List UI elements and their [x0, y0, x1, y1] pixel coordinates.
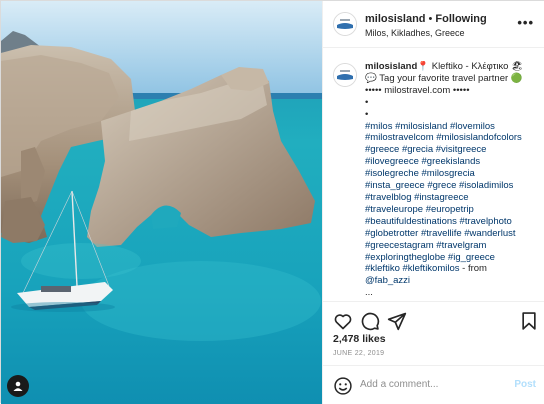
caption-line: •: [365, 108, 369, 120]
comment-icon[interactable]: [360, 311, 380, 331]
following-button[interactable]: Following: [435, 13, 486, 25]
hashtag-line[interactable]: #globetrotter #travellife #wanderlust: [365, 228, 537, 240]
post-comment-button[interactable]: Post: [514, 379, 536, 390]
caption-username[interactable]: milosisland: [365, 61, 417, 72]
post-modal: milosisland • Following Milos, Kikladhes, …: [0, 0, 544, 404]
caption-line: #kleftiko #kleftikomilos - from: [365, 263, 537, 275]
hashtag-line[interactable]: #travelblog #instagreece: [365, 192, 537, 204]
hashtag-line[interactable]: #ilovegreece #greekislands: [365, 156, 537, 168]
hashtag-line[interactable]: #milostravelcom #milosislandofcolors: [365, 132, 537, 144]
user-tag-icon[interactable]: [7, 375, 29, 397]
bookmark-icon[interactable]: [519, 311, 539, 331]
from-text: - from: [459, 263, 487, 275]
more-options-icon[interactable]: •••: [517, 15, 534, 30]
hashtag-line[interactable]: #milos #milosisland #lovemilos: [365, 121, 537, 133]
avatar[interactable]: [333, 63, 357, 87]
post-photo[interactable]: [1, 1, 322, 404]
hashtag-line[interactable]: #traveleurope #europetrip: [365, 204, 537, 216]
caption-line: ••••• milostravel.com •••••: [365, 84, 470, 96]
caption-overflow: ...: [365, 287, 373, 297]
post-side-panel: milosisland • Following Milos, Kikladhes, …: [322, 1, 544, 404]
author-username[interactable]: milosisland: [365, 13, 426, 25]
likes-count[interactable]: 2,478 likes: [333, 333, 386, 345]
caption-text: 📍 Kleftiko - Κλέφτικο 🏖: [417, 61, 524, 72]
credit-mention[interactable]: @fab_azzi: [365, 275, 537, 287]
caption-line: •: [365, 96, 369, 108]
hashtag-line[interactable]: #beautifuldestinations #travelphoto: [365, 216, 537, 228]
caption-line: milosisland📍 Kleftiko - Κλέφτικο 🏖: [365, 61, 537, 73]
share-icon[interactable]: [387, 311, 407, 331]
emoji-icon[interactable]: [333, 376, 353, 396]
kleftiko-photo-illustration: [1, 1, 322, 404]
heart-icon[interactable]: [333, 311, 353, 331]
post-caption: milosisland📍 Kleftiko - Κλέφτικο 🏖 💬 Tag…: [365, 61, 537, 297]
post-header: milosisland • Following Milos, Kikladhes, …: [323, 1, 544, 48]
hashtag-line[interactable]: #insta_greece #grece #isoladimilos: [365, 180, 537, 192]
post-author: milosisland • Following: [365, 13, 487, 25]
hashtag-line[interactable]: #isolegreche #milosgrecia: [365, 168, 537, 180]
caption-line: 💬 Tag your favorite travel partner 🟢: [365, 72, 523, 84]
hashtag-line[interactable]: #greece #grecia #visitgreece: [365, 144, 537, 156]
separator-dot: •: [428, 13, 433, 25]
comment-box: Add a comment... Post: [323, 365, 544, 404]
hashtag-line[interactable]: #exploringtheglobe #ig_greece: [365, 252, 537, 264]
hashtag-line[interactable]: #greecestagram #travelgram: [365, 240, 537, 252]
comment-input[interactable]: Add a comment...: [360, 379, 438, 390]
post-location[interactable]: Milos, Kikladhes, Greece: [365, 28, 465, 38]
post-date[interactable]: JUNE 22, 2019: [333, 350, 384, 357]
avatar[interactable]: [333, 12, 357, 36]
hashtag-line[interactable]: #kleftiko #kleftikomilos: [365, 263, 460, 274]
